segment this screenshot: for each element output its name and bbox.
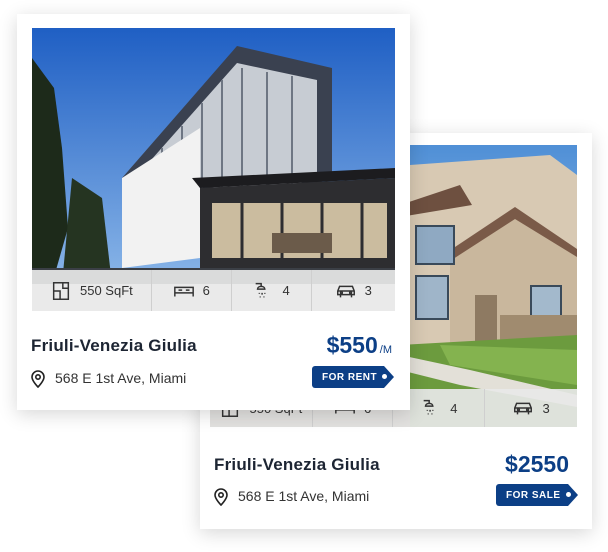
tag-label: FOR RENT [322,371,378,383]
stat-baths-value: 4 [450,400,458,416]
tag-hole [566,492,571,497]
property-address: 568 E 1st Ave, Miami [212,486,369,506]
floor-plan-icon [52,281,70,300]
stat-garage: 3 [312,270,395,311]
stat-beds: 6 [152,270,232,311]
property-title[interactable]: Friuli-Venezia Giulia [31,336,197,356]
stat-area: 550 SqFt [32,270,152,311]
property-price: $2550 [505,451,569,478]
stat-baths-value: 4 [282,283,290,298]
car-icon [514,402,533,415]
property-card-for-rent[interactable]: 550 SqFt 6 4 3 Friuli-Venezia Giulia 568… [17,14,410,410]
tag-label: FOR SALE [506,489,561,501]
car-icon [336,285,355,297]
property-price-value: $550 [326,332,378,358]
location-pin-icon [214,488,228,506]
property-price-value: $2550 [505,451,569,477]
property-title[interactable]: Friuli-Venezia Giulia [214,455,380,475]
property-stats-bar: 550 SqFt 6 4 3 [32,270,395,311]
stat-garage-value: 3 [542,400,550,416]
property-price: $550/M [327,332,392,359]
stat-baths: 4 [232,270,312,311]
location-pin-icon [31,370,45,388]
property-address: 568 E 1st Ave, Miami [29,368,186,388]
stat-beds-value: 6 [202,283,210,298]
property-address-text: 568 E 1st Ave, Miami [55,370,187,386]
shower-icon [423,399,434,415]
for-rent-tag[interactable]: FOR RENT [312,366,394,388]
for-sale-tag[interactable]: FOR SALE [496,484,578,506]
property-address-text: 568 E 1st Ave, Miami [238,488,370,504]
price-unit: /M [379,344,392,356]
stat-garage: 3 [485,389,577,427]
property-photo-modern-house[interactable] [32,28,395,284]
stat-area-value: 550 SqFt [80,283,133,298]
tag-hole [382,374,387,379]
stat-garage-value: 3 [364,283,372,298]
shower-icon [256,282,267,297]
bed-icon [173,286,194,296]
